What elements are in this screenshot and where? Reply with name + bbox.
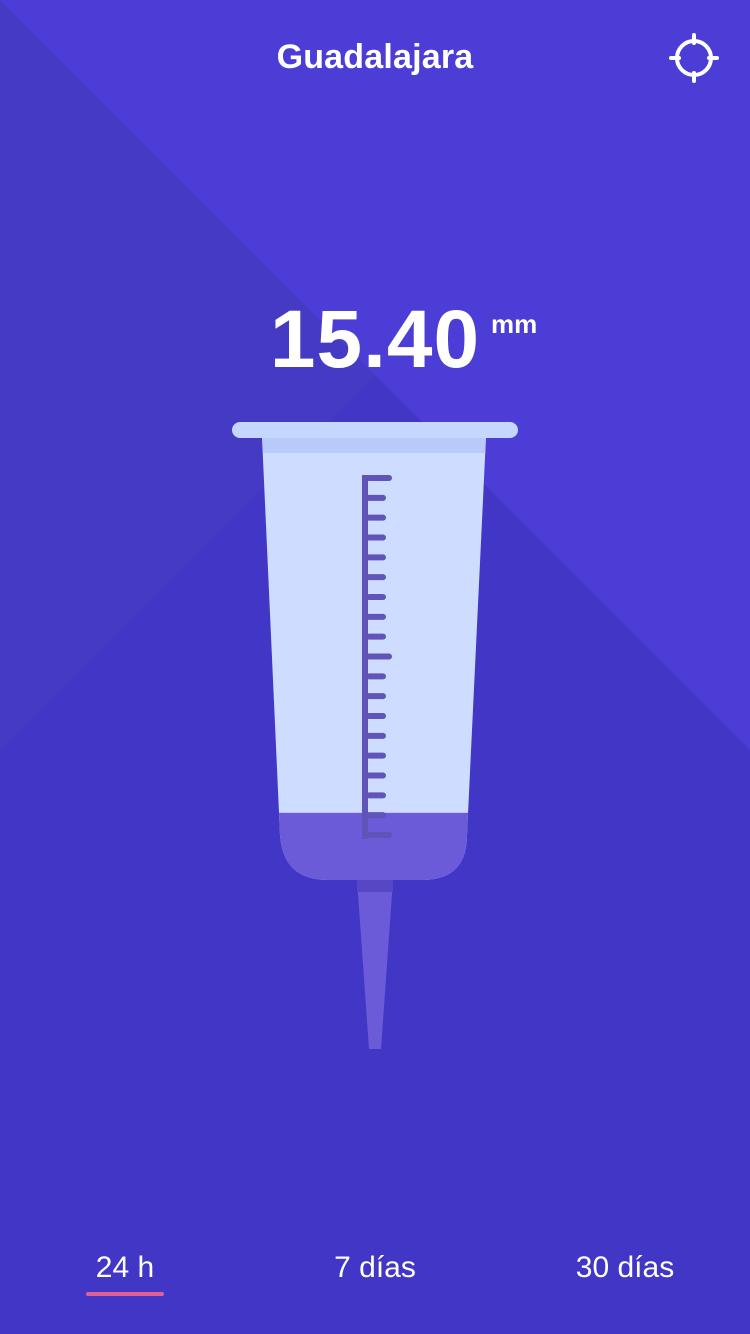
scale-tick [366,673,386,680]
scale-tick [366,732,386,739]
scale-tick [366,554,386,561]
scale-tick [366,514,386,521]
scale-tick [366,693,386,700]
scale-tick [366,812,386,819]
scale-tick [366,792,386,799]
scale-tick [366,633,386,640]
period-tabs: 24 h 7 días 30 días [0,1240,750,1310]
scale-tick [366,574,386,581]
gauge-lip [232,422,518,438]
scale-tick [366,594,386,600]
tab-30-days[interactable]: 30 días [555,1240,695,1300]
scale-tick [366,772,386,779]
selected-tab-indicator [86,1292,164,1296]
gauge-liquid [262,812,486,880]
scale-tick [366,752,386,759]
scale-tick [366,713,386,719]
scale-tick [366,832,392,838]
scale-tick [366,475,392,481]
scale-tick [366,494,386,501]
scale-tick [366,613,386,620]
tab-24h[interactable]: 24 h [75,1240,175,1300]
rain-gauge-illustration [232,422,518,1049]
gauge-stem [357,880,393,1049]
scale-tick [366,534,386,541]
tab-7-days[interactable]: 7 días [300,1240,450,1300]
scale-tick [366,653,392,660]
